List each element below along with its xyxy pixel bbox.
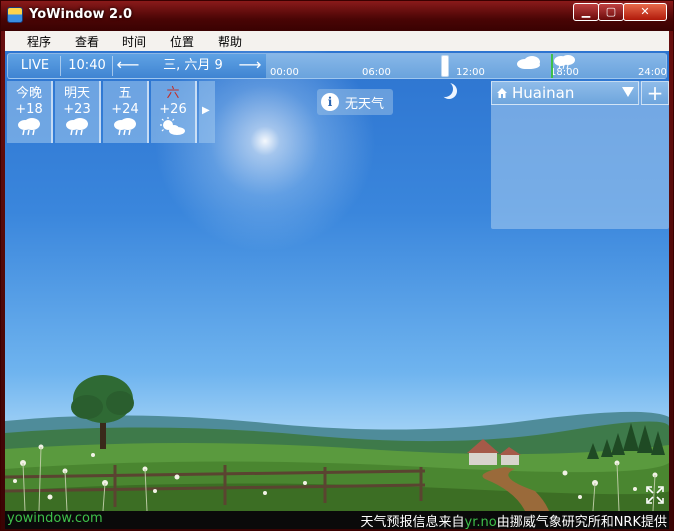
timeline-tick-label: 00:00 — [270, 67, 299, 78]
moon-icon — [437, 81, 453, 97]
no-weather-notice[interactable]: i 无天气 — [317, 89, 393, 115]
next-day-arrow-icon[interactable]: ⟶ — [238, 55, 262, 75]
timeline-tick-label: 24:00 — [638, 67, 667, 78]
forecast-temperature: +23 — [63, 102, 91, 117]
app-window: YoWindow 2.0 ▁ ▢ ✕ 程序 查看 时间 位置 帮助 LIVE 1… — [0, 0, 674, 531]
prev-day-arrow-icon[interactable]: ⟵ — [116, 55, 140, 75]
status-bar: yowindow.com 天气预报信息来自yr.no由挪威气象研究所和NRK提供 — [5, 511, 669, 530]
timeline-tick-label: 06:00 — [362, 67, 391, 78]
rain-cloud-icon — [114, 118, 136, 136]
timeline-slider-handle[interactable] — [441, 55, 449, 77]
home-icon — [497, 88, 507, 98]
add-location-button[interactable]: + — [641, 81, 669, 105]
forecast-temperature: +18 — [15, 102, 43, 117]
menu-time[interactable]: 时间 — [122, 33, 146, 50]
forecast-day-label: 六 — [166, 86, 180, 101]
timeline-tick-label: 12:00 — [456, 67, 485, 78]
forecast-day-label: 明天 — [63, 86, 90, 101]
sun-cloud-icon — [160, 117, 185, 135]
no-weather-text: 无天气 — [345, 97, 385, 112]
menu-program[interactable]: 程序 — [27, 33, 51, 50]
chevron-right-icon: ▶ — [202, 105, 210, 116]
live-button[interactable]: LIVE — [10, 56, 61, 76]
menu-view[interactable]: 查看 — [75, 33, 99, 50]
current-time[interactable]: 10:40 — [62, 56, 113, 76]
weather-scene: LIVE 10:40 ⟵ 三, 六月 9 ⟶ 00:00 06:00 12:00… — [5, 51, 669, 511]
day-timeline[interactable]: 00:00 06:00 12:00 18:00 24:00 — [266, 54, 667, 78]
info-icon: i — [321, 93, 339, 111]
forecast-panel: 今晚 +18 明天 +23 五 +24 六 +26 ▶ — [7, 81, 215, 143]
forecast-day-label: 今晚 — [15, 86, 42, 101]
close-button[interactable]: ✕ — [623, 3, 667, 21]
forecast-next-button[interactable]: ▶ — [199, 81, 215, 143]
menu-help[interactable]: 帮助 — [218, 33, 242, 50]
forecast-day-label: 五 — [118, 86, 132, 101]
yowindow-app-icon — [7, 7, 23, 23]
menu-bar: 程序 查看 时间 位置 帮助 — [5, 31, 669, 51]
forecast-temperature: +24 — [111, 102, 139, 117]
yowindow-link[interactable]: yowindow.com — [7, 511, 103, 526]
menu-location[interactable]: 位置 — [170, 33, 194, 50]
maximize-button[interactable]: ▢ — [598, 3, 624, 21]
chevron-down-icon[interactable] — [622, 87, 634, 97]
location-panel: Huainan + — [491, 81, 669, 229]
time-control-bar: LIVE 10:40 ⟵ 三, 六月 9 ⟶ 00:00 06:00 12:00… — [7, 53, 667, 79]
window-title: YoWindow 2.0 — [29, 7, 133, 22]
credit-prefix: 天气预报信息来自 — [360, 515, 465, 530]
yr-no-link[interactable]: yr.no — [465, 515, 497, 530]
rain-cloud-icon — [554, 55, 575, 70]
current-date[interactable]: 三, 六月 9 — [148, 56, 238, 76]
rain-cloud-icon — [66, 118, 88, 136]
location-name: Huainan — [512, 84, 575, 102]
location-selector[interactable]: Huainan — [491, 81, 639, 105]
rain-cloud-icon — [18, 118, 40, 136]
weather-credit: 天气预报信息来自yr.no由挪威气象研究所和NRK提供 — [361, 511, 667, 530]
forecast-day[interactable]: 五 +24 — [103, 81, 149, 143]
forecast-temperature: +26 — [159, 102, 187, 117]
minimize-button[interactable]: ▁ — [573, 3, 599, 21]
landscape-illustration — [5, 375, 669, 511]
forecast-day[interactable]: 六 +26 — [151, 81, 197, 143]
title-bar[interactable]: YoWindow 2.0 ▁ ▢ ✕ — [1, 1, 673, 31]
forecast-day[interactable]: 明天 +23 — [55, 81, 101, 143]
credit-suffix: 由挪威气象研究所和NRK提供 — [496, 515, 667, 530]
fullscreen-icon[interactable] — [645, 485, 665, 505]
forecast-day[interactable]: 今晚 +18 — [7, 81, 53, 143]
cloud-icon — [517, 56, 540, 69]
